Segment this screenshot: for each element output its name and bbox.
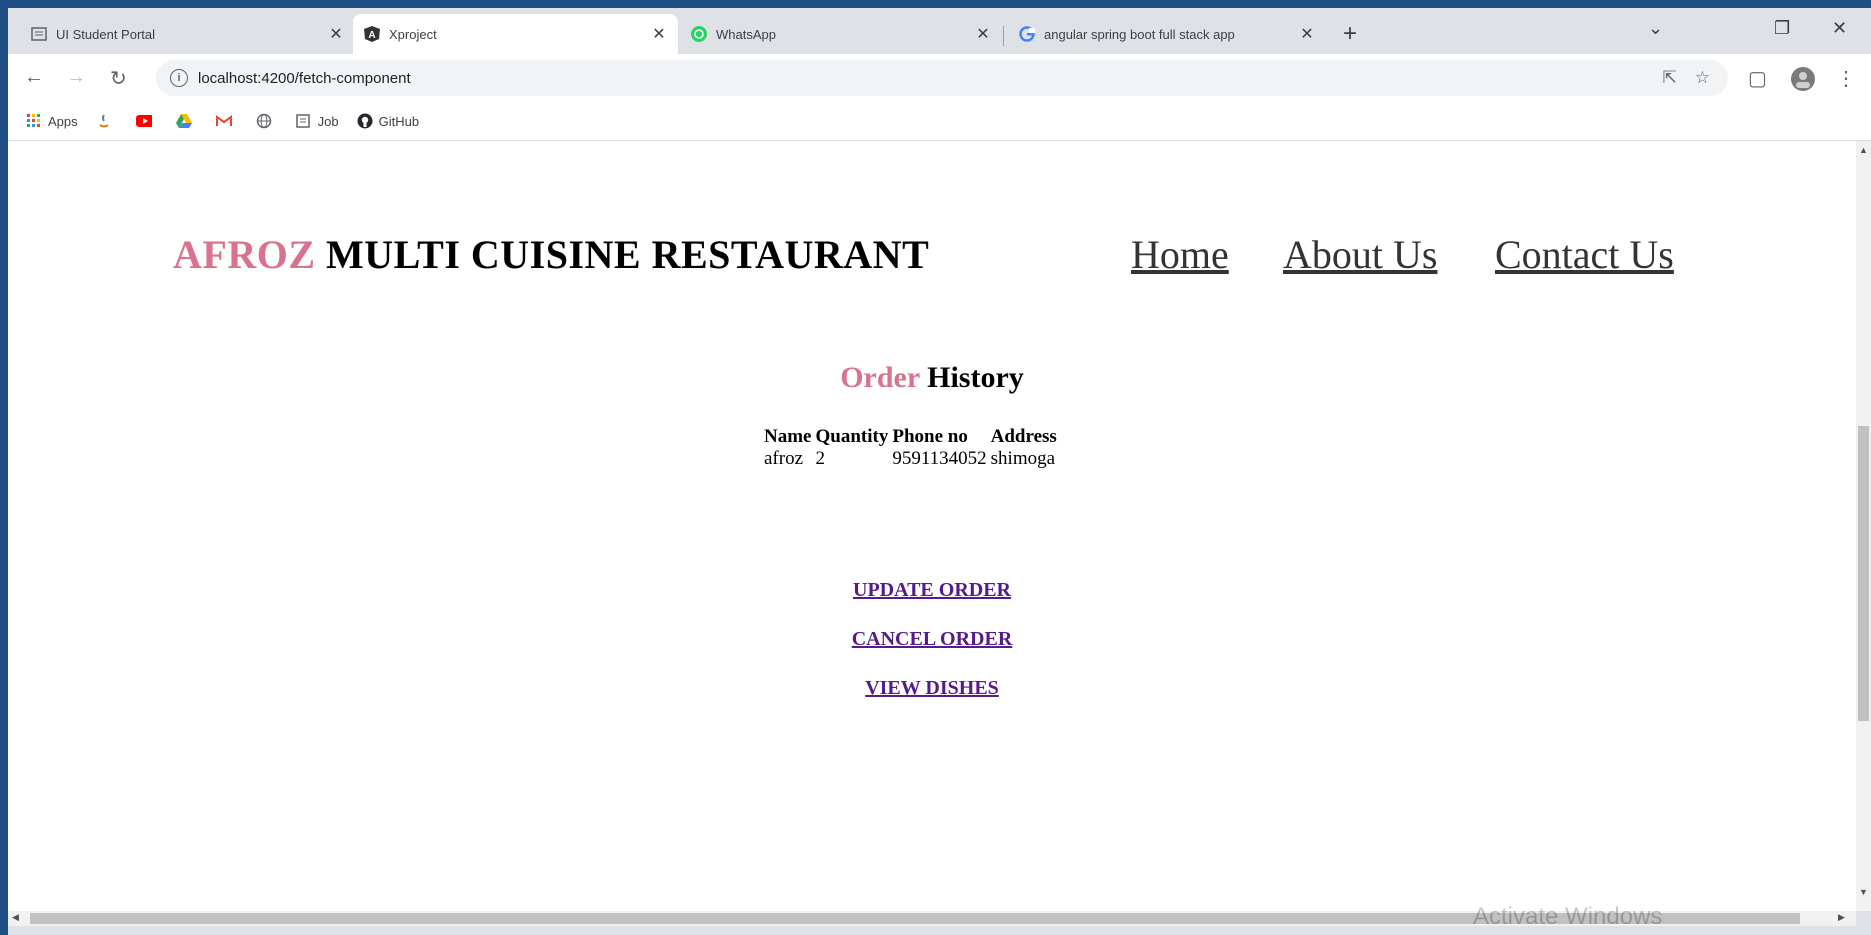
bookmark-label: Job — [317, 113, 339, 129]
github-icon — [357, 113, 373, 129]
brand-accent: AFROZ — [173, 232, 316, 277]
bookmark-github[interactable]: GitHub — [357, 113, 419, 129]
globe-icon — [256, 113, 272, 129]
tab-google-search[interactable]: angular spring boot full stack app ✕ — [1008, 14, 1326, 54]
whatsapp-icon — [690, 25, 708, 43]
angular-icon: A — [363, 25, 381, 43]
tab-title: angular spring boot full stack app — [1044, 26, 1235, 42]
vertical-scrollbar[interactable]: ▲ ▼ — [1856, 141, 1871, 911]
site-brand: AFROZ MULTI CUISINE RESTAURANT — [173, 231, 929, 278]
close-icon[interactable]: ✕ — [974, 24, 992, 44]
new-tab-button[interactable]: + — [1343, 20, 1357, 48]
bookmark-apps[interactable]: Apps — [26, 113, 78, 129]
page-title: Order History — [8, 361, 1856, 395]
side-panel-icon[interactable]: ▢ — [1748, 66, 1767, 91]
bookmark-label: GitHub — [378, 113, 420, 129]
svg-text:A: A — [368, 30, 375, 41]
close-icon[interactable]: ✕ — [1298, 24, 1316, 44]
tab-title: UI Student Portal — [56, 26, 155, 42]
view-dishes-link[interactable]: VIEW DISHES — [8, 677, 1856, 700]
browser-toolbar: ← → ↻ i localhost:4200/fetch-component ⇱… — [8, 54, 1871, 102]
url-text[interactable]: localhost:4200/fetch-component — [198, 70, 1663, 87]
tab-divider — [1003, 26, 1004, 46]
google-drive-icon — [175, 113, 192, 129]
column-header-name: Name — [764, 426, 812, 447]
bookmark-globe[interactable] — [256, 113, 278, 129]
title-accent: Order — [840, 361, 920, 394]
bookmark-label: Apps — [48, 113, 78, 129]
table-header-row: Name Quantity Phone no Address — [762, 426, 1059, 448]
apps-grid-icon — [26, 113, 42, 129]
cell-quantity: 2 — [815, 448, 825, 469]
job-icon — [295, 113, 312, 129]
cell-name: afroz — [764, 448, 804, 469]
close-icon[interactable]: ✕ — [327, 24, 345, 44]
scroll-left-arrow-icon[interactable]: ◀ — [12, 912, 19, 923]
info-icon[interactable]: i — [170, 69, 188, 87]
google-icon — [1018, 25, 1036, 43]
profile-avatar-icon[interactable] — [1790, 66, 1816, 98]
menu-kebab-icon[interactable]: ⋮ — [1836, 66, 1856, 91]
youtube-icon — [135, 113, 152, 129]
title-rest: History — [919, 361, 1024, 394]
java-icon — [96, 113, 112, 129]
reload-icon[interactable]: ↻ — [110, 66, 127, 91]
nav-contact-us[interactable]: Contact Us — [1495, 231, 1674, 278]
page-viewport: AFROZ MULTI CUISINE RESTAURANT Home Abou… — [8, 141, 1856, 911]
forward-arrow-icon[interactable]: → — [66, 66, 86, 89]
back-arrow-icon[interactable]: ← — [24, 66, 44, 89]
cancel-order-link[interactable]: CANCEL ORDER — [8, 628, 1856, 651]
portal-icon — [30, 25, 48, 43]
bookmark-drive[interactable] — [175, 113, 198, 129]
bookmarks-bar: Apps Job GitHub — [8, 102, 1871, 141]
bookmark-job[interactable]: Job — [295, 113, 339, 129]
bookmark-youtube[interactable] — [135, 113, 158, 129]
cell-address: shimoga — [990, 448, 1056, 469]
bookmark-java[interactable] — [96, 113, 118, 129]
tab-student-portal[interactable]: UI Student Portal ✕ — [20, 14, 355, 54]
close-window-icon[interactable]: ✕ — [1832, 18, 1847, 39]
brand-rest: MULTI CUISINE RESTAURANT — [315, 232, 930, 277]
nav-home[interactable]: Home — [1131, 231, 1229, 278]
star-icon[interactable]: ☆ — [1695, 68, 1710, 88]
scroll-right-arrow-icon[interactable]: ▶ — [1838, 912, 1845, 923]
vertical-scroll-thumb[interactable] — [1858, 426, 1869, 721]
tab-search-chevron-icon[interactable]: ⌄ — [1648, 18, 1663, 39]
cell-phone: 9591134052 — [892, 448, 987, 469]
activate-windows-watermark: Activate Windows — [1473, 903, 1663, 930]
restore-icon[interactable]: ❐ — [1774, 18, 1790, 39]
table-row: afroz 2 9591134052 shimoga — [762, 448, 1059, 470]
tab-xproject[interactable]: A Xproject ✕ — [353, 14, 678, 54]
tab-title: Xproject — [389, 26, 437, 42]
column-header-phone: Phone no — [892, 426, 968, 447]
column-header-quantity: Quantity — [815, 426, 889, 447]
scroll-down-arrow-icon[interactable]: ▼ — [1859, 887, 1868, 897]
address-bar[interactable]: i localhost:4200/fetch-component ⇱ ☆ — [156, 60, 1728, 96]
share-icon[interactable]: ⇱ — [1663, 68, 1677, 88]
scroll-up-arrow-icon[interactable]: ▲ — [1859, 145, 1868, 155]
close-icon[interactable]: ✕ — [650, 24, 668, 44]
tab-whatsapp[interactable]: WhatsApp ✕ — [680, 14, 1002, 54]
order-history-table: Name Quantity Phone no Address afroz 2 9… — [762, 426, 1059, 470]
nav-about-us[interactable]: About Us — [1283, 231, 1437, 278]
column-header-address: Address — [990, 426, 1057, 447]
browser-window: UI Student Portal ✕ A Xproject ✕ WhatsAp… — [8, 8, 1871, 935]
bookmark-gmail[interactable] — [215, 113, 238, 129]
tab-title: WhatsApp — [716, 26, 776, 42]
update-order-link[interactable]: UPDATE ORDER — [8, 579, 1856, 602]
tab-strip: UI Student Portal ✕ A Xproject ✕ WhatsAp… — [8, 8, 1871, 54]
gmail-icon — [215, 113, 232, 129]
